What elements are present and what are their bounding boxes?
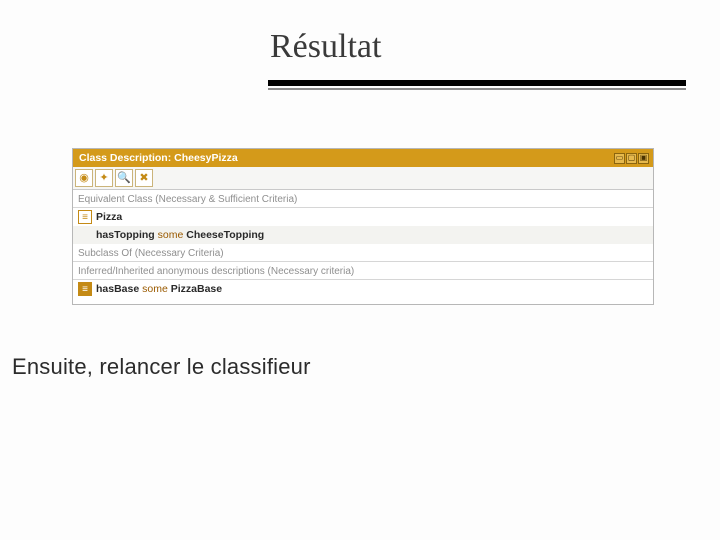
- defined-class-icon: ≡: [78, 210, 92, 224]
- panel-min-button[interactable]: ▭: [614, 153, 625, 164]
- toolbar-btn-3[interactable]: 🔍: [115, 169, 133, 187]
- panel-max-button[interactable]: ▢: [626, 153, 637, 164]
- class-description-panel: Class Description: CheesyPizza ▭ ▢ ▣ ◉ ✦…: [72, 148, 654, 305]
- toolbar-btn-1[interactable]: ◉: [75, 169, 93, 187]
- equivalent-row[interactable]: ≡ hasTopping some CheeseTopping: [73, 226, 653, 244]
- panel-header: Class Description: CheesyPizza ▭ ▢ ▣: [73, 149, 653, 167]
- class-expression: hasTopping some CheeseTopping: [96, 229, 264, 241]
- slide-title: Résultat: [270, 28, 381, 66]
- panel-title: Class Description: CheesyPizza: [79, 152, 238, 164]
- toolbar-btn-2[interactable]: ✦: [95, 169, 113, 187]
- panel-window-buttons: ▭ ▢ ▣: [614, 153, 649, 164]
- title-rule-thick: [268, 80, 686, 86]
- equivalent-row[interactable]: ≡ Pizza: [73, 208, 653, 226]
- panel-title-prefix: Class Description:: [79, 152, 171, 164]
- title-rule-thin: [268, 88, 686, 90]
- panel-padding: [73, 298, 653, 304]
- inferred-row[interactable]: ≡ hasBase some PizzaBase: [73, 280, 653, 298]
- toolbar-btn-4[interactable]: ✖: [135, 169, 153, 187]
- panel-toolbar: ◉ ✦ 🔍 ✖: [73, 167, 653, 190]
- panel-title-class: CheesyPizza: [174, 152, 238, 164]
- slide-caption: Ensuite, relancer le classifieur: [12, 354, 311, 380]
- section-equivalent-label: Equivalent Class (Necessary & Sufficient…: [73, 190, 653, 208]
- toolbar-spacer: [155, 169, 651, 187]
- section-subclass-label: Subclass Of (Necessary Criteria): [73, 244, 653, 262]
- class-expression: Pizza: [96, 211, 122, 223]
- section-inferred-label: Inferred/Inherited anonymous description…: [73, 262, 653, 280]
- inferred-class-icon: ≡: [78, 282, 92, 296]
- class-expression: hasBase some PizzaBase: [96, 283, 222, 295]
- panel-close-button[interactable]: ▣: [638, 153, 649, 164]
